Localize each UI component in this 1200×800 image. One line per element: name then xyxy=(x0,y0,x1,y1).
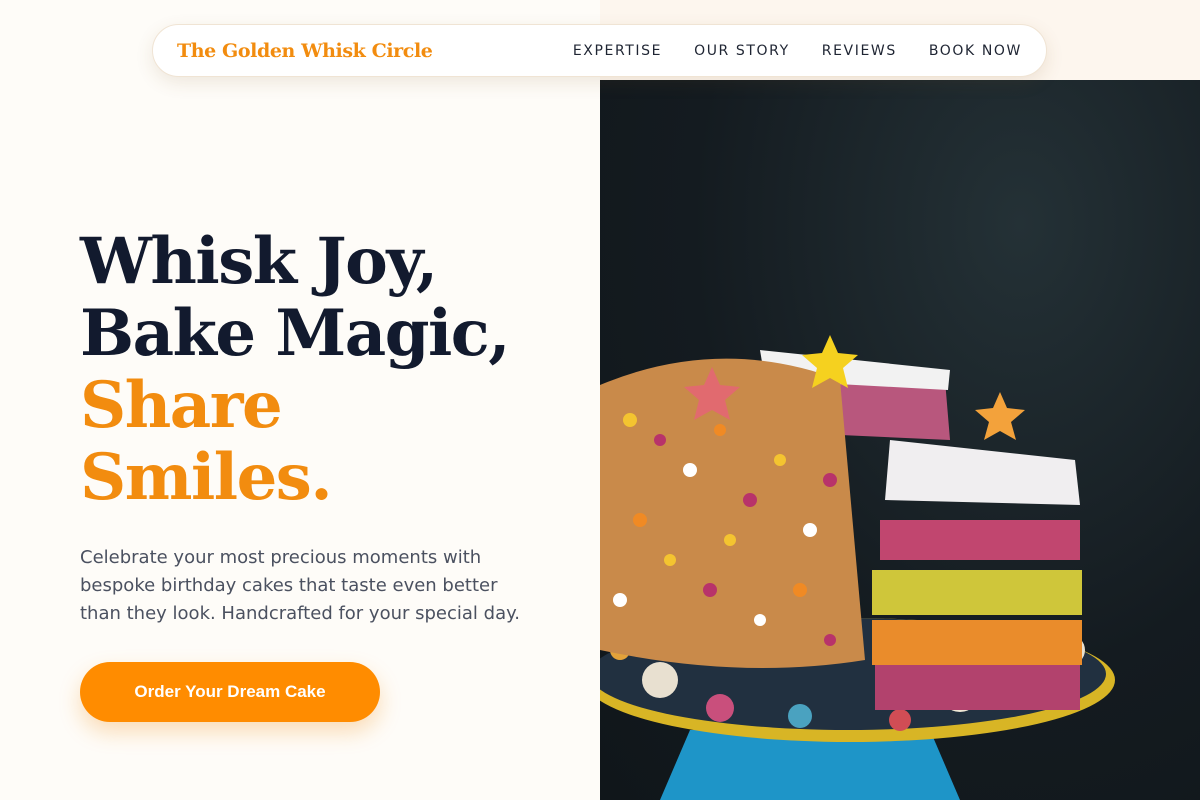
nav-links: EXPERTISE OUR STORY REVIEWS BOOK NOW xyxy=(573,43,1022,59)
hero-description: Celebrate your most precious moments wit… xyxy=(80,547,520,624)
headline-line-3: Share xyxy=(80,368,283,443)
orange-star-topper xyxy=(975,392,1025,440)
headline-line-1: Whisk Joy, xyxy=(80,224,438,299)
nav-link-expertise[interactable]: EXPERTISE xyxy=(573,43,662,59)
headline-line-2: Bake Magic, xyxy=(80,296,511,371)
brand-logo[interactable]: The Golden Whisk Circle xyxy=(177,40,433,62)
hero-headline: Whisk Joy, Bake Magic, Share Smiles. xyxy=(80,226,560,514)
nav-link-our-story[interactable]: OUR STORY xyxy=(694,43,790,59)
nav-link-reviews[interactable]: REVIEWS xyxy=(822,43,897,59)
hero-cake-photo xyxy=(600,80,1200,800)
nav-link-book-now[interactable]: BOOK NOW xyxy=(929,43,1022,59)
layered-cake-slice xyxy=(872,440,1082,710)
headline-line-4: Smiles. xyxy=(80,440,333,515)
order-cake-button[interactable]: Order Your Dream Cake xyxy=(80,662,380,722)
navbar: The Golden Whisk Circle EXPERTISE OUR ST… xyxy=(152,24,1047,77)
cake-illustration xyxy=(600,335,1115,800)
hero-section: Whisk Joy, Bake Magic, Share Smiles. Cel… xyxy=(80,226,560,722)
